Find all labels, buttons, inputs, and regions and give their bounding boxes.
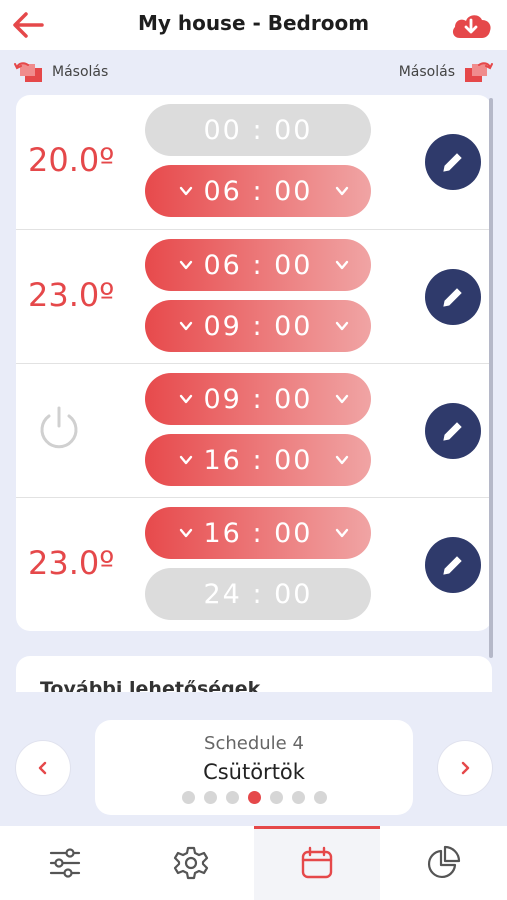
- page-dot[interactable]: [203, 791, 217, 804]
- period-row: 23.0º 06 : 00 09 : 00: [16, 229, 492, 364]
- calendar-icon: [301, 846, 333, 879]
- period-start-time-picker[interactable]: 09 : 00: [145, 373, 371, 425]
- page-indicator: [95, 791, 413, 804]
- period-row: 09 : 00 16 : 00: [16, 363, 492, 498]
- chevron-down-icon: [335, 528, 349, 538]
- page-dot[interactable]: [313, 791, 327, 804]
- previous-day-button[interactable]: [16, 741, 70, 795]
- pencil-icon: [443, 556, 462, 575]
- chevron-down-icon: [179, 394, 193, 404]
- period-end-time-picker[interactable]: 06 : 00: [145, 165, 371, 217]
- chevron-down-icon: [335, 455, 349, 465]
- tab-controls[interactable]: [2, 826, 128, 900]
- tab-settings[interactable]: [128, 826, 254, 900]
- copy-from-button[interactable]: Másolás: [14, 60, 108, 84]
- tab-schedule[interactable]: [254, 826, 380, 900]
- period-start-time: 00 : 00: [145, 104, 371, 156]
- schedule-periods-card: 20.0º 00 : 00 06 : 00 23.0º 06 : 00 09 :…: [16, 95, 492, 631]
- pencil-icon: [443, 422, 462, 441]
- period-start-time-text: 09 : 00: [203, 383, 313, 415]
- period-end-time-picker[interactable]: 09 : 00: [145, 300, 371, 352]
- pencil-icon: [443, 153, 462, 172]
- tab-statistics[interactable]: [380, 826, 506, 900]
- app-header: My house - Bedroom: [0, 0, 507, 50]
- period-row: 23.0º 16 : 00 24 : 00: [16, 497, 492, 631]
- edit-period-button[interactable]: [425, 269, 481, 325]
- edit-period-button[interactable]: [425, 537, 481, 593]
- period-end-time-text: 16 : 00: [203, 444, 313, 476]
- period-start-time-text: 16 : 00: [203, 517, 313, 549]
- copy-from-label: Másolás: [52, 64, 109, 80]
- period-start-time-picker[interactable]: 06 : 00: [145, 239, 371, 291]
- period-row: 20.0º 00 : 00 06 : 00: [16, 95, 492, 229]
- page-dot[interactable]: [269, 791, 283, 804]
- copy-row: Másolás Másolás: [0, 56, 507, 90]
- chevron-down-icon: [179, 528, 193, 538]
- chevron-down-icon: [335, 260, 349, 270]
- chevron-down-icon: [179, 455, 193, 465]
- period-end-time-text: 06 : 00: [203, 175, 313, 207]
- chevron-left-icon: [38, 761, 47, 775]
- page-dot[interactable]: [225, 791, 239, 804]
- cloud-download-icon: [452, 15, 491, 38]
- chevron-down-icon: [179, 260, 193, 270]
- period-end-time-picker[interactable]: 16 : 00: [145, 434, 371, 486]
- power-off-icon: [40, 406, 78, 449]
- chevron-down-icon: [179, 321, 193, 331]
- period-end-time-text: 24 : 00: [203, 578, 313, 610]
- page-dot[interactable]: [181, 791, 195, 804]
- chevron-down-icon: [179, 186, 193, 196]
- chevron-down-icon: [335, 321, 349, 331]
- period-start-time-text: 06 : 00: [203, 249, 313, 281]
- period-temperature: 23.0º: [28, 276, 115, 314]
- edit-period-button[interactable]: [425, 134, 481, 190]
- edit-period-button[interactable]: [425, 403, 481, 459]
- page-dot[interactable]: [291, 791, 305, 804]
- chevron-right-icon: [461, 761, 470, 775]
- period-end-time: 24 : 00: [145, 568, 371, 620]
- cloud-download-button[interactable]: [449, 10, 493, 40]
- chevron-down-icon: [335, 186, 349, 196]
- pencil-icon: [443, 288, 462, 307]
- page-dot-active[interactable]: [247, 791, 261, 804]
- scrollbar-thumb[interactable]: [489, 98, 493, 658]
- period-end-time-text: 09 : 00: [203, 310, 313, 342]
- copy-right-icon: [465, 62, 493, 82]
- schedule-day: Csütörtök: [203, 760, 305, 784]
- sliders-icon: [49, 848, 81, 878]
- pie-chart-icon: [428, 845, 461, 878]
- copy-to-button[interactable]: Másolás: [399, 60, 493, 84]
- period-start-time-picker[interactable]: 16 : 00: [145, 507, 371, 559]
- schedule-name: Schedule 4: [204, 733, 304, 754]
- copy-to-label: Másolás: [398, 64, 455, 80]
- page-title: My house - Bedroom: [137, 11, 370, 35]
- schedule-selector: Schedule 4 Csütörtök: [95, 720, 413, 815]
- period-temperature: 20.0º: [28, 141, 115, 179]
- copy-left-icon: [14, 62, 42, 82]
- gear-icon: [173, 846, 209, 880]
- period-start-time-text: 00 : 00: [203, 114, 313, 146]
- bottom-tab-bar: [0, 826, 507, 900]
- period-temperature: 23.0º: [28, 544, 115, 582]
- next-day-button[interactable]: [438, 741, 492, 795]
- chevron-down-icon: [335, 394, 349, 404]
